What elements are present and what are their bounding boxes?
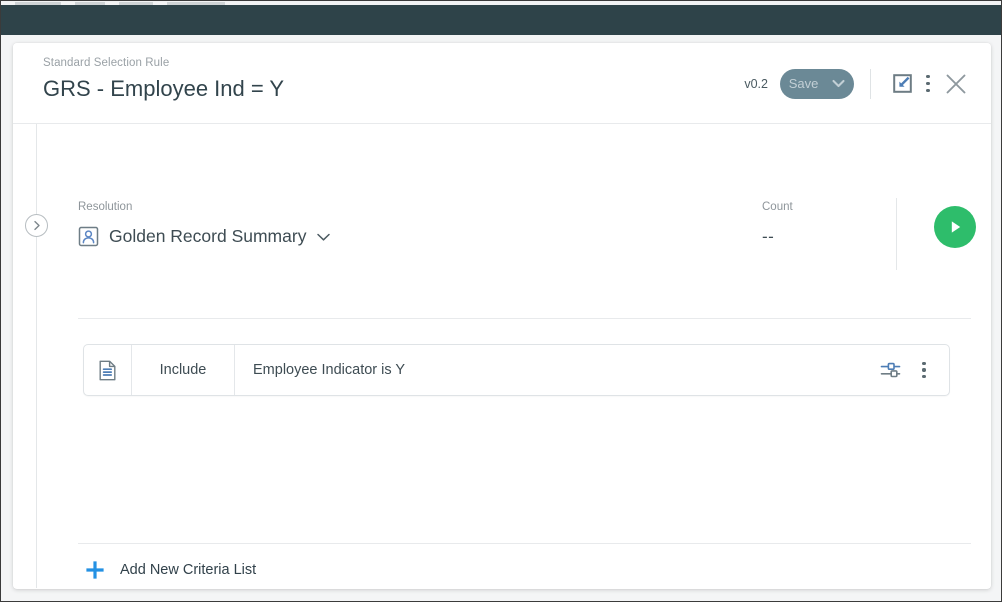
sliders-icon: [880, 360, 901, 380]
page-title: GRS - Employee Ind = Y: [43, 73, 284, 105]
card-body: Resolution Golden Record Summary: [13, 124, 991, 588]
resolution-label: Resolution: [78, 200, 331, 214]
criteria-settings-button[interactable]: [875, 355, 905, 385]
criteria-description: Employee Indicator is Y: [235, 345, 875, 395]
section-divider: [78, 318, 971, 319]
save-button-label: Save: [789, 76, 819, 91]
close-icon: [944, 72, 968, 96]
document-list-icon: [98, 360, 117, 381]
resolution-select[interactable]: Golden Record Summary: [78, 226, 331, 247]
rule-type-eyebrow: Standard Selection Rule: [43, 56, 284, 71]
chevron-down-icon: [316, 232, 331, 242]
expand-panel-button[interactable]: [25, 214, 48, 237]
count-label: Count: [762, 200, 793, 214]
version-label: v0.2: [744, 77, 768, 91]
left-rail-divider: [36, 124, 37, 588]
resolution-count-strip: Resolution Golden Record Summary: [78, 160, 971, 256]
criteria-actions: [875, 345, 949, 395]
more-vertical-icon: [926, 75, 929, 92]
count-value: --: [762, 227, 793, 247]
card-header: Standard Selection Rule GRS - Employee I…: [13, 43, 991, 124]
more-vertical-icon: [922, 362, 925, 379]
header-divider: [870, 69, 871, 99]
rule-editor-card: Standard Selection Rule GRS - Employee I…: [13, 43, 991, 589]
resolution-value: Golden Record Summary: [109, 226, 306, 247]
title-block: Standard Selection Rule GRS - Employee I…: [43, 56, 284, 105]
chevron-down-icon: [832, 79, 845, 88]
count-block: Count --: [762, 200, 793, 247]
play-icon: [945, 217, 965, 237]
resolution-block: Resolution Golden Record Summary: [78, 200, 331, 247]
app-window: Standard Selection Rule GRS - Employee I…: [0, 0, 1002, 602]
criteria-overflow-menu-button[interactable]: [913, 355, 935, 385]
criteria-type-cell: [84, 345, 132, 395]
application-top-bar: [1, 5, 1002, 35]
criteria-mode: Include: [132, 345, 235, 395]
restore-icon: [892, 73, 913, 94]
table-row[interactable]: Include Employee Indicator is Y: [83, 344, 950, 396]
run-rule-button[interactable]: [934, 206, 976, 248]
header-overflow-menu-button[interactable]: [917, 69, 939, 99]
footer-divider: [78, 543, 971, 544]
add-criteria-list-button[interactable]: Add New Criteria List: [83, 558, 256, 582]
strip-divider: [896, 198, 897, 270]
person-card-icon: [78, 226, 99, 247]
close-button[interactable]: [939, 69, 973, 99]
plus-icon: [83, 558, 107, 582]
add-criteria-list-label: Add New Criteria List: [120, 562, 256, 578]
save-button[interactable]: Save: [780, 69, 854, 99]
header-actions: v0.2 Save: [744, 43, 973, 124]
chevron-right-icon: [31, 220, 42, 231]
restore-button[interactable]: [887, 69, 917, 99]
